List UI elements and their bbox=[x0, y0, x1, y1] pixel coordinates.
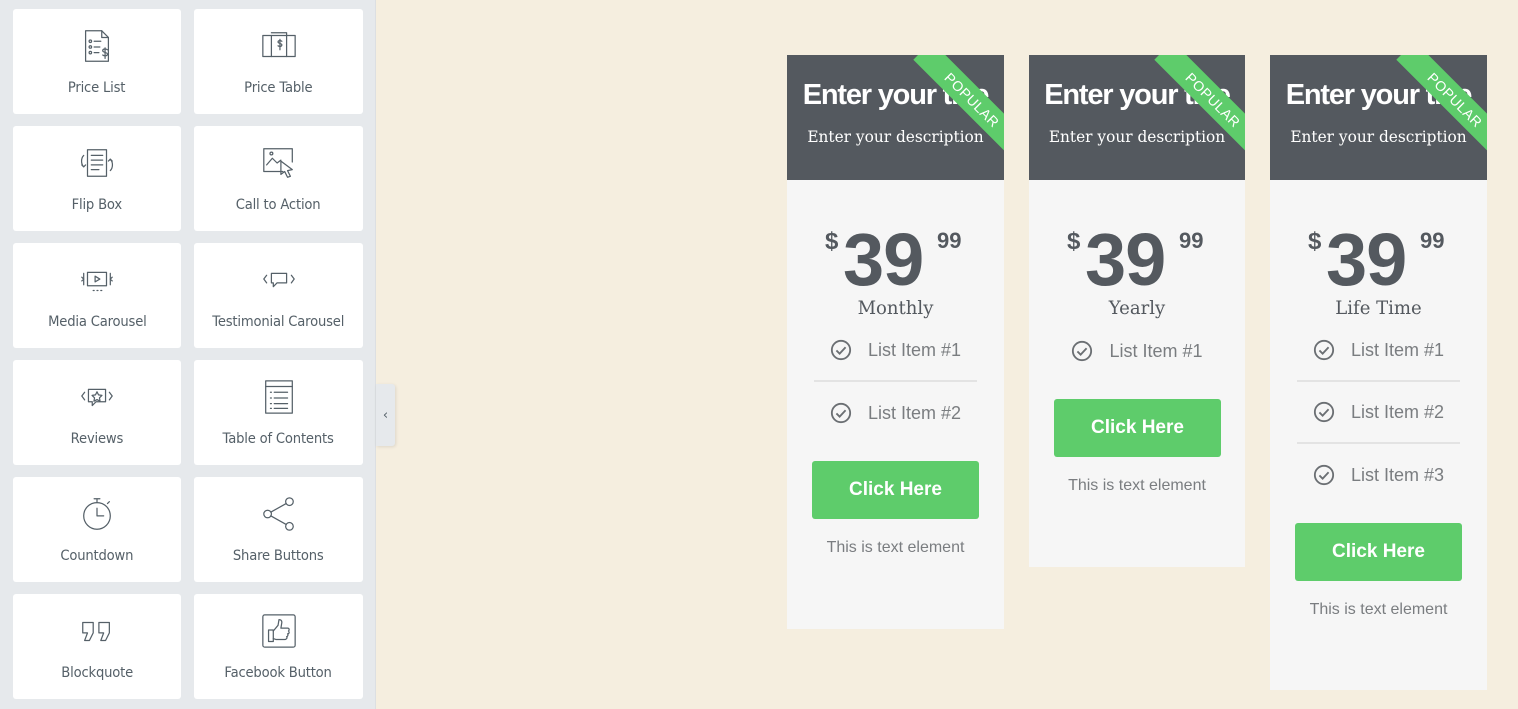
facebook-button-icon bbox=[259, 611, 299, 651]
widget-price-table[interactable]: Price Table bbox=[194, 9, 363, 114]
feature-label: List Item #1 bbox=[867, 339, 962, 360]
flip-box-icon bbox=[77, 143, 117, 183]
widget-blockquote[interactable]: Blockquote bbox=[13, 594, 181, 699]
feature-label: List Item #1 bbox=[1109, 340, 1203, 361]
price-table-card[interactable]: Enter your title Enter your description … bbox=[1270, 55, 1487, 690]
price-integer: 39 bbox=[843, 218, 924, 301]
widgets-panel: Price List Price Table Flip Box Call to … bbox=[0, 0, 376, 709]
text-element: This is text element bbox=[1068, 477, 1206, 494]
widget-label: Price List bbox=[68, 80, 126, 96]
widget-table-of-contents[interactable]: Table of Contents bbox=[194, 360, 363, 465]
price-block: $ 39 99 Yearly bbox=[1029, 180, 1245, 320]
currency-symbol: $ bbox=[825, 228, 839, 255]
widget-flip-box[interactable]: Flip Box bbox=[13, 126, 181, 231]
widget-label: Flip Box bbox=[71, 197, 123, 213]
card-description[interactable]: Enter your description bbox=[1274, 127, 1482, 146]
price-list-icon bbox=[77, 26, 117, 66]
widget-label: Testimonial Carousel bbox=[212, 314, 345, 330]
card-header: Enter your title Enter your description … bbox=[787, 55, 1004, 180]
feature-label: List Item #2 bbox=[1350, 401, 1445, 422]
table-of-contents-icon bbox=[259, 377, 299, 417]
click-here-button[interactable]: Click Here bbox=[1054, 399, 1221, 457]
price-block: $ 39 99 Monthly bbox=[787, 180, 1004, 320]
widget-label: Share Buttons bbox=[233, 548, 324, 564]
text-element: This is text element bbox=[826, 539, 965, 556]
price-integer: 39 bbox=[1326, 218, 1407, 301]
widget-reviews[interactable]: Reviews bbox=[13, 360, 181, 465]
price-period: Life Time bbox=[1335, 297, 1422, 319]
widget-label: Price Table bbox=[244, 80, 313, 96]
card-description[interactable]: Enter your description bbox=[1033, 127, 1240, 146]
card-header: Enter your title Enter your description … bbox=[1029, 55, 1245, 180]
widget-call-to-action[interactable]: Call to Action bbox=[194, 126, 363, 231]
call-to-action-icon bbox=[259, 143, 299, 183]
widget-label: Blockquote bbox=[61, 665, 133, 681]
widget-price-list[interactable]: Price List bbox=[13, 9, 181, 114]
widget-countdown[interactable]: Countdown bbox=[13, 477, 181, 582]
price-block: $ 39 99 Life Time bbox=[1270, 180, 1487, 320]
testimonial-carousel-icon bbox=[259, 260, 299, 300]
click-here-button[interactable]: Click Here bbox=[812, 461, 979, 519]
countdown-icon bbox=[77, 494, 117, 534]
widget-label: Countdown bbox=[60, 548, 134, 564]
text-element: This is text element bbox=[1309, 601, 1448, 618]
feature-item: List Item #1 bbox=[1297, 320, 1460, 382]
check-circle-icon bbox=[830, 402, 852, 424]
feature-item: List Item #1 bbox=[1056, 320, 1218, 382]
feature-label: List Item #2 bbox=[867, 402, 962, 423]
check-circle-icon bbox=[1313, 339, 1335, 361]
check-circle-icon bbox=[1313, 464, 1335, 486]
price-integer: 39 bbox=[1085, 218, 1166, 301]
panel-collapse-toggle[interactable]: ‹ bbox=[376, 384, 395, 446]
check-circle-icon bbox=[830, 339, 852, 361]
widget-testimonial-carousel[interactable]: Testimonial Carousel bbox=[194, 243, 363, 348]
widget-label: Call to Action bbox=[236, 197, 321, 213]
features-list: List Item #1 List Item #2 List Item #3 bbox=[1297, 320, 1460, 506]
features-list: List Item #1 List Item #2 bbox=[814, 320, 977, 444]
widgets-grid: Price List Price Table Flip Box Call to … bbox=[13, 9, 363, 699]
check-circle-icon bbox=[1313, 401, 1335, 423]
click-here-button[interactable]: Click Here bbox=[1295, 523, 1462, 581]
feature-label: List Item #1 bbox=[1350, 339, 1445, 360]
widget-label: Media Carousel bbox=[47, 314, 147, 330]
price-table-card[interactable]: Enter your title Enter your description … bbox=[1029, 55, 1245, 567]
feature-item: List Item #2 bbox=[814, 382, 977, 444]
price-fraction: 99 bbox=[1179, 228, 1204, 253]
check-circle-icon bbox=[1072, 340, 1093, 362]
price-table-icon bbox=[259, 26, 299, 66]
widget-label: Facebook Button bbox=[224, 665, 333, 681]
card-header: Enter your title Enter your description … bbox=[1270, 55, 1487, 180]
widget-media-carousel[interactable]: Media Carousel bbox=[13, 243, 181, 348]
feature-item: List Item #2 bbox=[1297, 382, 1460, 444]
price-fraction: 99 bbox=[1420, 228, 1445, 253]
currency-symbol: $ bbox=[1308, 228, 1322, 255]
features-list: List Item #1 bbox=[1056, 320, 1218, 382]
feature-label: List Item #3 bbox=[1350, 464, 1445, 485]
share-buttons-icon bbox=[259, 494, 299, 534]
widget-label: Table of Contents bbox=[222, 431, 335, 447]
widget-facebook-button[interactable]: Facebook Button bbox=[194, 594, 363, 699]
chevron-left-icon: ‹ bbox=[382, 407, 389, 423]
widget-label: Reviews bbox=[70, 431, 124, 447]
price-table-card[interactable]: Enter your title Enter your description … bbox=[787, 55, 1004, 629]
media-carousel-icon bbox=[77, 260, 117, 300]
reviews-icon bbox=[77, 377, 117, 417]
currency-symbol: $ bbox=[1067, 228, 1081, 255]
price-period: Yearly bbox=[1108, 297, 1166, 319]
blockquote-icon bbox=[77, 611, 117, 651]
price-period: Monthly bbox=[857, 297, 934, 319]
card-description[interactable]: Enter your description bbox=[791, 127, 999, 146]
price-fraction: 99 bbox=[937, 228, 962, 253]
widget-share-buttons[interactable]: Share Buttons bbox=[194, 477, 363, 582]
feature-item: List Item #1 bbox=[814, 320, 977, 382]
feature-item: List Item #3 bbox=[1297, 444, 1460, 506]
